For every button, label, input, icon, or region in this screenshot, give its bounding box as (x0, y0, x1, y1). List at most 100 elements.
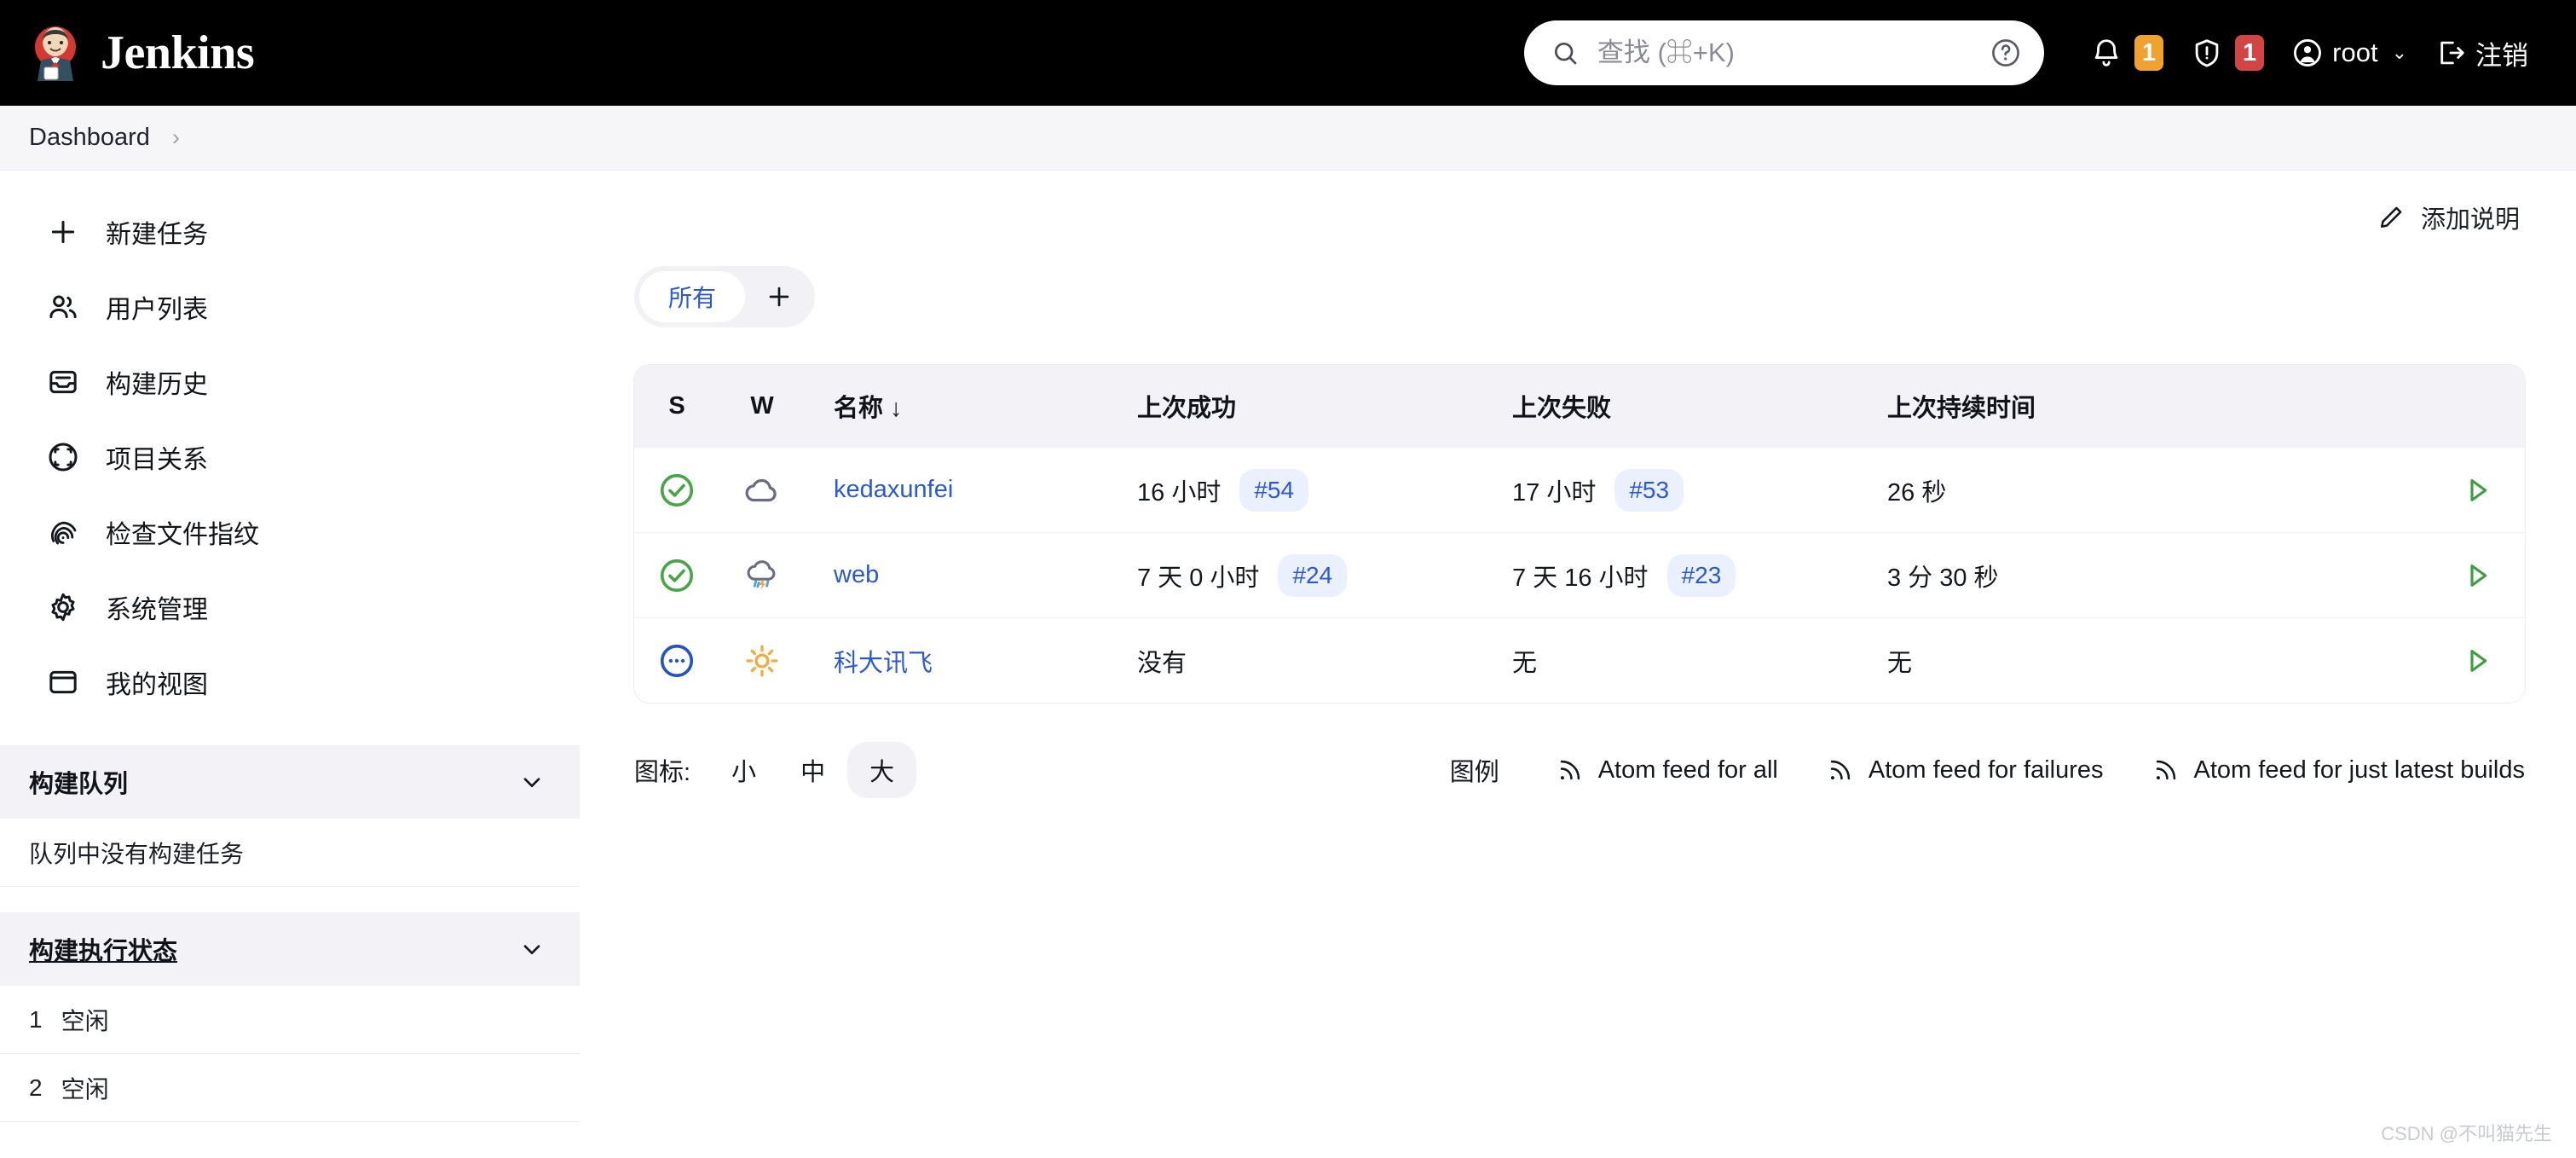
column-header-last-success[interactable]: 上次成功 (1137, 388, 1512, 424)
atom-feed-failures-link[interactable]: Atom feed for failures (1826, 756, 2104, 785)
logout-label: 注销 (2475, 40, 2528, 71)
table-row: kedaxunfei 16 小时 #54 17 小时 #53 26 秒 (634, 447, 2525, 532)
build-executor-title[interactable]: 构建执行状态 (29, 931, 518, 967)
job-link[interactable]: kedaxunfei (834, 476, 953, 503)
chevron-down-icon[interactable] (518, 935, 546, 963)
watermark: CSDN @不叫猫先生 (2381, 1123, 2552, 1144)
sun-icon (746, 645, 778, 676)
inbox-icon (49, 370, 77, 394)
search-box[interactable] (1523, 20, 2044, 85)
pending-dots-circle-icon (660, 644, 694, 677)
job-status-cell[interactable] (634, 641, 719, 680)
build-queue-empty: 队列中没有构建任务 (0, 819, 580, 887)
last-success-build-link[interactable]: #54 (1239, 468, 1309, 512)
legend-link[interactable]: 图例 (1450, 752, 1499, 788)
last-failure-build-link[interactable]: #23 (1666, 553, 1736, 597)
atom-feed-failures-label: Atom feed for failures (1868, 756, 2104, 784)
last-success-time: 没有 (1137, 649, 1187, 677)
view-tabs: 所有 (634, 266, 816, 327)
sidebar-item-label: 项目关系 (106, 446, 208, 474)
sidebar-item-label: 系统管理 (106, 596, 208, 624)
job-weather-cell[interactable] (719, 471, 805, 510)
plus-icon (769, 287, 789, 307)
security-button[interactable]: 1 (2177, 20, 2278, 85)
user-menu-button[interactable]: root ⌄ (2278, 20, 2421, 85)
column-header-name[interactable]: 名称 ↓ (805, 388, 1137, 424)
job-run-button[interactable] (2431, 643, 2525, 679)
play-icon (2470, 478, 2487, 501)
shield-alert-icon (2195, 39, 2219, 67)
executor-number: 2 (29, 1074, 43, 1101)
last-failure-time: 17 小时 (1512, 478, 1597, 507)
chevron-right-icon: › (171, 124, 180, 150)
chevron-down-icon[interactable] (518, 768, 546, 796)
last-success-build-link[interactable]: #24 (1278, 553, 1348, 597)
search-input[interactable] (1597, 38, 1971, 68)
jenkins-butler-logo-icon (35, 26, 76, 81)
job-run-button[interactable] (2431, 558, 2525, 593)
sidebar-item-fingerprint-check[interactable]: 检查文件指纹 (0, 495, 580, 570)
gear-icon (51, 593, 75, 622)
job-weather-cell[interactable] (719, 641, 805, 680)
rss-icon (1560, 760, 1580, 780)
last-failure-build-link[interactable]: #53 (1614, 468, 1684, 512)
atom-feed-latest-link[interactable]: Atom feed for just latest builds (2151, 756, 2525, 785)
build-executor-header[interactable]: 构建执行状态 (0, 912, 580, 986)
job-link[interactable]: web (834, 561, 879, 588)
column-header-last-duration[interactable]: 上次持续时间 (1887, 388, 2431, 424)
sidebar-item-manage-jenkins[interactable]: 系统管理 (0, 570, 580, 645)
atom-feed-all-link[interactable]: Atom feed for all (1556, 756, 1778, 785)
job-name-cell: web (805, 561, 1137, 589)
job-weather-cell[interactable] (719, 556, 805, 595)
add-description-button[interactable]: 添加说明 (2377, 200, 2520, 235)
build-queue-header[interactable]: 构建队列 (0, 745, 580, 819)
executor-status: 空闲 (61, 1075, 109, 1103)
sidebar-item-project-relations[interactable]: 项目关系 (0, 420, 580, 495)
sidebar-item-my-views[interactable]: 我的视图 (0, 645, 580, 720)
pencil-icon (2380, 206, 2402, 229)
job-status-cell[interactable] (634, 556, 719, 595)
job-link[interactable]: 科大讯飞 (834, 650, 933, 677)
sidebar-item-label: 构建历史 (106, 371, 208, 399)
notifications-button[interactable]: 1 (2076, 20, 2177, 85)
job-name-cell: kedaxunfei (805, 476, 1137, 504)
user-name: root (2332, 38, 2378, 67)
bell-icon (2094, 39, 2118, 67)
sidebar-item-label: 我的视图 (106, 671, 208, 699)
sidebar-item-users[interactable]: 用户列表 (0, 269, 580, 345)
icon-size-medium[interactable]: 中 (778, 742, 847, 798)
logout-button[interactable]: 注销 (2421, 20, 2542, 85)
column-header-last-failure[interactable]: 上次失败 (1512, 388, 1887, 424)
column-header-weather[interactable]: W (719, 392, 805, 420)
page-layout: 新建任务 用户列表 构建历史 项目关系 检查文件指纹 系统管理 我的视图 构建队… (0, 171, 2576, 1158)
build-queue-title: 构建队列 (29, 771, 129, 798)
main-content: 添加说明 所有 S W 名称 ↓ 上次成功 上次失败 上次持续时间 kedaxu… (580, 171, 2576, 1158)
job-run-button[interactable] (2431, 472, 2525, 508)
app-header: Jenkins 1 (0, 0, 2576, 106)
column-header-status[interactable]: S (634, 392, 719, 420)
search-icon (1554, 43, 1577, 65)
plus-icon (51, 220, 75, 244)
sidebar-item-new-job[interactable]: 新建任务 (0, 194, 580, 269)
add-view-button[interactable] (748, 271, 810, 322)
last-success-time: 7 天 0 小时 (1137, 564, 1260, 592)
build-queue-panel: 构建队列 队列中没有构建任务 (0, 745, 580, 887)
footer-links: 图例 Atom feed for all Atom feed for failu… (1450, 752, 2525, 788)
breadcrumb-item-dashboard[interactable]: Dashboard (29, 124, 150, 152)
sidebar-item-label: 检查文件指纹 (106, 521, 259, 549)
sidebar-item-build-history[interactable]: 构建历史 (0, 345, 580, 420)
job-status-cell[interactable] (634, 471, 719, 510)
jobs-table: S W 名称 ↓ 上次成功 上次失败 上次持续时间 kedaxunfei 16 … (634, 365, 2525, 703)
icon-size-large[interactable]: 大 (847, 742, 917, 798)
brand-home-link[interactable]: Jenkins (29, 25, 255, 81)
play-icon (2470, 564, 2487, 587)
icon-size-small[interactable]: 小 (709, 742, 778, 798)
last-success-time: 16 小时 (1137, 478, 1222, 507)
brand-title: Jenkins (101, 26, 255, 79)
tab-all[interactable]: 所有 (639, 271, 746, 322)
user-circle-icon (2294, 39, 2322, 67)
users-icon (49, 295, 77, 319)
job-duration-cell: 3 分 30 秒 (1887, 564, 1999, 592)
logout-icon (2440, 41, 2464, 65)
help-circle-icon[interactable] (1990, 37, 2022, 69)
